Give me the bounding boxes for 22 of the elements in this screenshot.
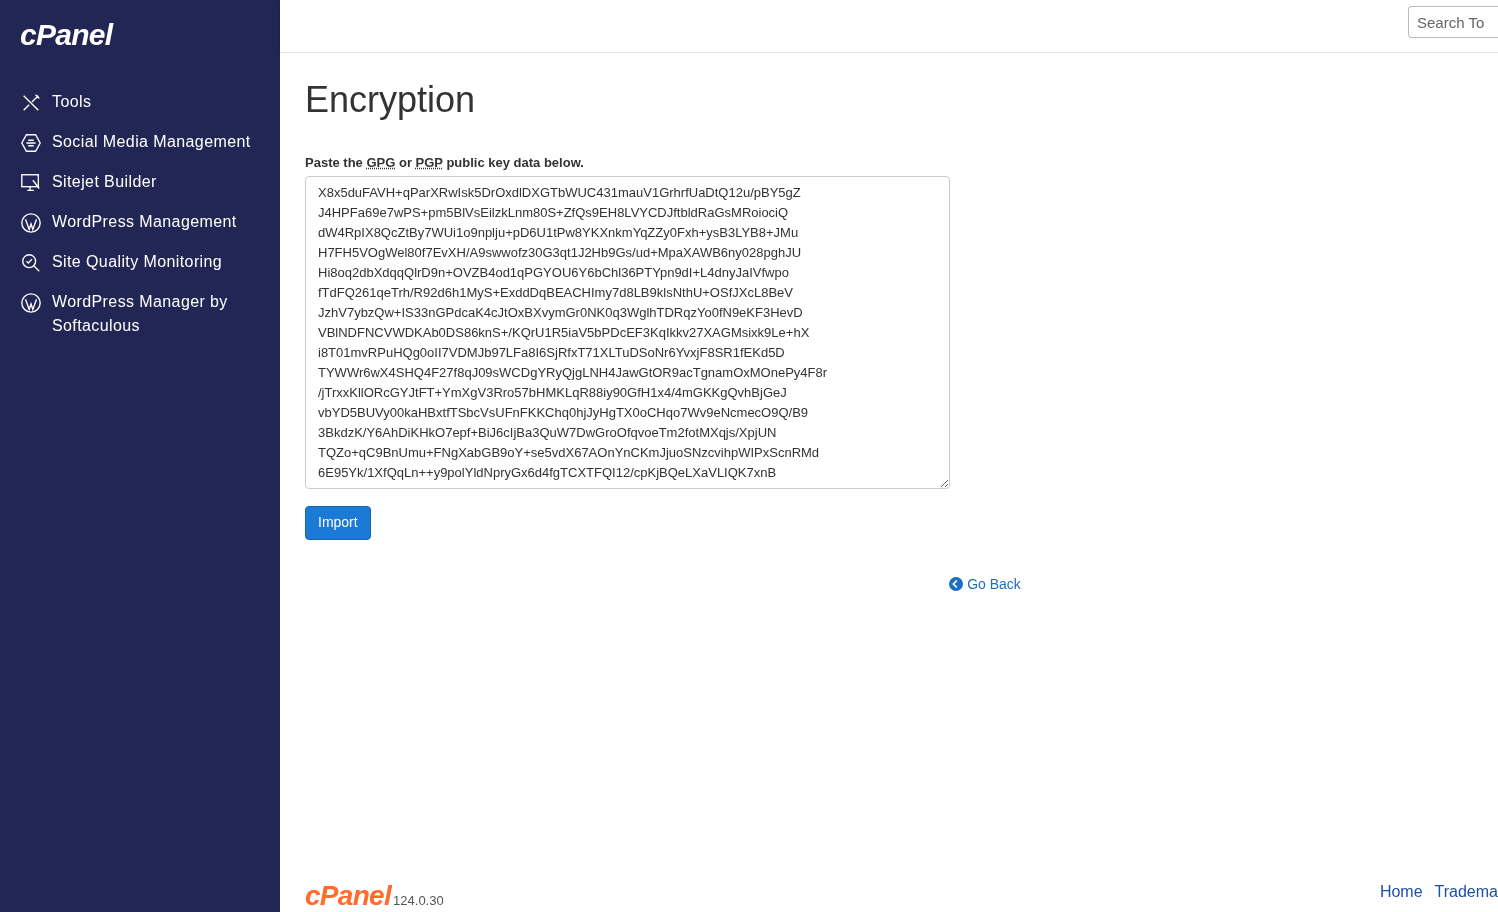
sidebar-item[interactable]: WordPress Manager by Softaculous — [20, 290, 260, 338]
magnifier-icon — [20, 252, 42, 274]
sidebar-item[interactable]: Sitejet Builder — [20, 170, 260, 194]
hexagon-icon — [20, 132, 42, 154]
page-title: Encryption — [305, 78, 477, 122]
monitor-icon — [20, 172, 42, 194]
footer-link[interactable]: Home — [1379, 880, 1423, 904]
logo: cPanel — [20, 20, 115, 50]
sidebar-item[interactable]: WordPress Management — [20, 210, 260, 234]
footer-link[interactable]: Tradema — [1434, 880, 1498, 904]
import-button[interactable]: Import — [305, 505, 371, 540]
wordpress-icon — [20, 292, 42, 314]
sidebar-item[interactable]: Site Quality Monitoring — [20, 250, 260, 274]
footer-logo: cPanel — [305, 882, 392, 910]
go-back-link[interactable]: Go Back — [949, 573, 1021, 595]
version-text: 124.0.30 — [393, 891, 444, 910]
search-field[interactable]: Search To — [1408, 6, 1498, 38]
key-textarea[interactable]: X8x5duFAVH+qParXRwIsk5DrOxdlDXGTbWUC431mauV1GrhrfUaDtQ12u/pBY5gZ J4HPFa69e7wPS+pm5BlVsEilzkLnm80S+ZfQs9EH8LVYCDJftbldRaGsMRoiociQ dW4RpIX8QcZtBy7WUi1o9nplju+pD6U1tPw8YKXnkmYqZZy0Fxh+ysB3LYB8+JMu H7FH5VOgWel80f7EvXH/A9swwofz30G3qt1J2Hb9Gs/ud+MpaXAWB6ny028pghJU Hi8oq2dbXdqqQlrD9n+OVZB4od1qPGYOU6Y6bChl36PTYpn9dI+L4dnyJaIVfwpo fTdFQ261qeTrh/R92d6h1MyS+ExddDqBEACHImy7d8LB9klsNthU+OSfJXcL8BeV JzhV7ybzQw+IS33nGPdcaK4cJtOxBXvymGr0NK0q3WglhTDRqzYo0fN9eKF3HevD VBlNDFNCVWDKAb0DS86knS+/KQrU1R5iaV5bPDcEF3KqIkkv27XAGMsixk9Le+hX i8T01mvRPuHQg0oII7VDMJb97LFa8I6SjRfxT71XLTuDSoNr6YvxjF8SR1fEKd5D TYWWr6wX4SHQ4F27f8qJ09sWCDgYRyQjgLNH4JawGtOR9acTgnamOxMOnePy4F8r /jTrxxKllORcGYJtFT+YmXgV3Rro57bHMKLqR88iy90GfH1x4/4mGKKgQvhBjGeJ vbYD5BUVy00kaHBxtfTSbcVsUFnFKKChq0hjJyHgTX0oCHqo7Wv9eNcmecO9Q/B9 3BkdzK/Y6AhDiKHkO7epf+BiJ6cIjBa3QuW7DwGroOfqvoeTm2fotMXqjs/XpjUN TQZo+qC9BnUmu+FNgXabGB9oY+se5vdX67AOnYnCKmJjuoSNzcvihpWIPxScnRMd 6E95Yk/1XfQqLn++y9polYldNpryGx6d4fgTCXTFQI12/cpKjBQeLXaVLIQK7xnB — [305, 175, 950, 489]
sidebar-item[interactable]: Social Media Management — [20, 130, 260, 154]
sidebar-item[interactable]: Tools — [20, 90, 260, 114]
instruction-label: Paste the GPG or PGP public key data below. — [305, 154, 585, 172]
wordpress-icon — [20, 212, 42, 234]
